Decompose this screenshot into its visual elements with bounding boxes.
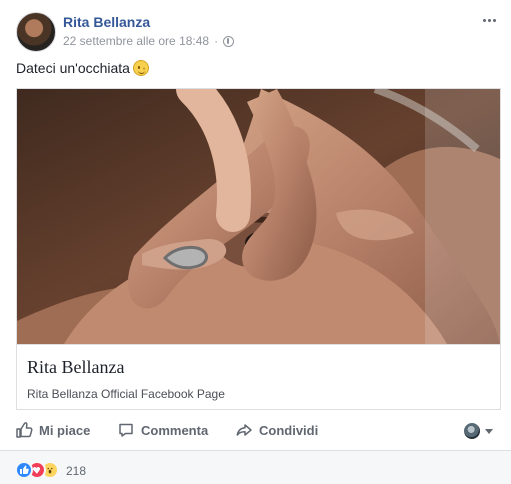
reactions-bar[interactable]: 218 (0, 451, 511, 484)
ellipsis-dot-icon (487, 18, 491, 22)
like-reaction-icon[interactable] (15, 461, 33, 479)
thumbs-up-icon (16, 422, 33, 438)
share-icon (236, 424, 252, 436)
post-actions-bar: Mi piace Commenta Condividi (0, 418, 511, 446)
caret-down-icon (485, 428, 493, 434)
reaction-icons[interactable] (15, 461, 63, 479)
post-message-text: Dateci un'occhiata (16, 60, 130, 76)
heart-glyph-icon (32, 467, 41, 474)
middle-dot: · (214, 34, 219, 48)
comment-label: Commenta (141, 422, 209, 438)
profile-photo-preview-icon (17, 89, 500, 344)
author-avatar[interactable] (16, 12, 56, 52)
ellipsis-dot-icon (492, 18, 496, 22)
post-meta: 22 settembre alle ore 18:48 · (63, 34, 235, 48)
post-as-selector[interactable] (464, 423, 493, 439)
link-title[interactable]: Rita Bellanza (27, 356, 490, 378)
like-reaction-glyph-icon (20, 465, 29, 474)
globe-icon[interactable] (223, 35, 235, 47)
link-preview-info[interactable]: Rita Bellanza Rita Bellanza Official Fac… (17, 344, 500, 409)
post-timestamp[interactable]: 22 settembre alle ore 18:48 (63, 34, 209, 48)
post-header: Rita Bellanza 22 settembre alle ore 18:4… (16, 12, 501, 54)
wink-emoji-icon (132, 60, 149, 76)
like-label: Mi piace (39, 422, 91, 438)
comment-icon (119, 423, 133, 437)
ellipsis-dot-icon (482, 18, 486, 22)
facebook-post: Rita Bellanza 22 settembre alle ore 18:4… (0, 0, 511, 484)
link-description: Rita Bellanza Official Facebook Page (27, 387, 225, 401)
reaction-count[interactable]: 218 (66, 464, 86, 478)
author-name-link[interactable]: Rita Bellanza (63, 14, 150, 30)
post-options-button[interactable] (477, 12, 501, 28)
post-message: Dateci un'occhiata (16, 60, 149, 76)
like-button[interactable]: Mi piace (15, 421, 90, 439)
wow-face-glyph-icon (47, 467, 53, 474)
comment-button[interactable]: Commenta (117, 421, 208, 439)
share-button[interactable]: Condividi (235, 421, 318, 439)
link-preview-card[interactable]: Rita Bellanza Rita Bellanza Official Fac… (16, 88, 501, 410)
link-preview-image[interactable] (17, 89, 500, 344)
page-avatar-icon (464, 423, 480, 439)
share-label: Condividi (259, 422, 319, 438)
